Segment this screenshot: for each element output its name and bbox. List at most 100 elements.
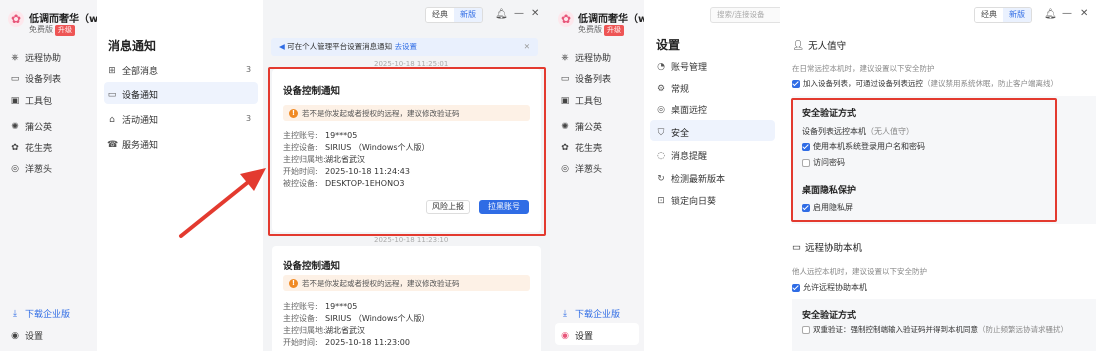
nav-pgy[interactable]: ✺ 蒲公英 (10, 120, 52, 134)
close-icon[interactable]: ✕ (1080, 8, 1088, 19)
minimize-icon[interactable]: — (1062, 8, 1072, 19)
peanut-icon: ✿ (11, 142, 19, 153)
remote-assist-heading: ▭ 远程协助本机 (792, 241, 862, 255)
nav-remote-assist[interactable]: ⎈ 远程协助 (10, 51, 61, 65)
account-icon: ◔ (657, 61, 665, 72)
menu-activity-notice[interactable]: ⌂ 活动通知 (107, 113, 158, 127)
monitor-icon: ▭ (792, 241, 801, 253)
nav-device-list[interactable]: ▭ 设备列表 (10, 72, 61, 86)
nav-yct[interactable]: ◎ 洋葱头 (560, 162, 602, 176)
notice-banner: ◀ 可在个人管理平台设置消息通知 去设置 ✕ (271, 38, 538, 56)
count-all: 3 (246, 65, 252, 74)
menu-security[interactable]: ⛉ 安全 (656, 126, 689, 140)
settings-icon: ◉ (11, 330, 19, 341)
checkbox-checked-icon[interactable] (792, 80, 800, 88)
close-icon[interactable]: ✕ (531, 8, 539, 19)
card2-row: 主控账号: 19***05 (283, 302, 358, 311)
download-enterprise[interactable]: ⤓ 下载企业版 (560, 307, 620, 321)
remote-auth-title: 安全验证方式 (802, 311, 857, 321)
classic-view-tab[interactable]: 经典 (975, 8, 1003, 22)
view-switch[interactable]: 经典 新版 (974, 7, 1032, 23)
card2-warning: ! 若不是你发起或者授权的远程，建议修改验证码 (283, 275, 530, 291)
new-view-tab[interactable]: 新版 (454, 8, 482, 22)
classic-view-tab[interactable]: 经典 (426, 8, 454, 22)
menu-message-reminder[interactable]: ◌ 消息提醒 (656, 149, 707, 163)
checkbox-checked-icon[interactable] (792, 283, 800, 292)
menu-desktop-remote[interactable]: ◎ 桌面远控 (656, 103, 707, 117)
warning-icon: ! (289, 278, 298, 288)
nav-toolkit[interactable]: ▣ 工具包 (10, 94, 52, 108)
count-activity: 3 (246, 114, 252, 123)
menu-check-update[interactable]: ↻ 检测最新版本 (656, 172, 725, 186)
nav-toolkit[interactable]: ▣ 工具包 (560, 94, 602, 108)
nav-yct[interactable]: ◎ 洋葱头 (10, 162, 52, 176)
nav-pgy[interactable]: ✺ 蒲公英 (560, 120, 602, 134)
dandelion-icon: ✺ (561, 121, 569, 132)
monitor-icon: ▭ (10, 73, 20, 84)
toolbox-icon: ▣ (10, 95, 20, 106)
download-enterprise[interactable]: ⤓ 下载企业版 (10, 307, 70, 321)
nav-device-list[interactable]: ▭ 设备列表 (560, 72, 611, 86)
bell-icon[interactable]: 🔔︎ (1044, 9, 1057, 20)
highlight-box-notice (268, 67, 546, 236)
lock-icon: ⊡ (657, 195, 665, 206)
menu-device-notice[interactable]: ▭ 设备通知 (107, 88, 158, 102)
menu-account[interactable]: ◔ 账号管理 (656, 60, 707, 74)
highlight-box-security (791, 98, 1057, 222)
desktop-icon: ◎ (657, 104, 665, 115)
account-name[interactable]: 低调而奢华（w... (578, 10, 644, 25)
add-device-list-option[interactable]: 加入设备列表，可通过设备列表远控（建议禁用系统休眠，防止客户端离线） (792, 78, 1058, 89)
dual-verify-option[interactable]: 双重验证：强制控制端输入验证码并得到本机同意（防止频繁远协请求骚扰） (802, 324, 1068, 335)
nav-settings-active[interactable]: ◉ 设置 (560, 329, 593, 343)
nav-remote-assist[interactable]: ⎈ 远程协助 (560, 51, 611, 65)
right-sidebar: ✿ 低调而奢华（w... 免费版升级 ⎈远程协助 ▭设备列表 ▣工具包 ✺蒲公英… (550, 0, 644, 351)
settings-title: 设置 (656, 38, 681, 52)
menu-lock[interactable]: ⊡ 锁定向日葵 (656, 194, 716, 208)
card2-row: 开始时间: 2025-10-18 11:23:00 (283, 338, 410, 347)
left-sidebar: ✿ 低调而奢华（w... 免费版升级 ⎈远程协助 ▭设备列表 ▣工具包 ✺蒲公英… (0, 0, 97, 351)
upgrade-badge[interactable]: 升级 (604, 25, 624, 36)
shield-icon: ⛉ (657, 127, 665, 138)
new-view-tab[interactable]: 新版 (1003, 8, 1031, 22)
card2-row: 主控归属地:湖北省武汉 (283, 326, 365, 335)
peanut-icon: ✿ (561, 142, 569, 153)
service-icon: ☎ (107, 139, 119, 150)
download-icon: ⤓ (13, 308, 17, 319)
banner-link[interactable]: 去设置 (395, 42, 418, 51)
bell-icon[interactable]: 🔔︎ (495, 9, 508, 20)
update-icon: ↻ (657, 173, 665, 184)
card2-row: 主控设备: SIRIUS （Windows个人版） (283, 314, 430, 323)
onion-icon: ◎ (561, 163, 569, 174)
nav-settings[interactable]: ◉ 设置 (10, 329, 43, 343)
onion-icon: ◎ (11, 163, 19, 174)
edition-label: 免费版 升级 (578, 24, 624, 36)
checkbox-empty-icon[interactable] (802, 326, 810, 334)
banner-close-icon[interactable]: ✕ (524, 38, 530, 56)
search-input[interactable]: 搜索/连接设备 (710, 7, 780, 23)
account-name[interactable]: 低调而奢华（w... (29, 10, 97, 25)
card2-title: 设备控制通知 (283, 261, 341, 272)
upgrade-badge[interactable]: 升级 (55, 25, 75, 36)
banner-text: 可在个人管理平台设置消息通知 (287, 42, 393, 51)
nav-hsk[interactable]: ✿ 花生壳 (10, 141, 52, 155)
gear-icon: ⚙ (656, 83, 666, 94)
right-settings-menu: 搜索/连接设备 设置 ◔ 账号管理 ⚙ 常规 ◎ 桌面远控 ⛉ 安全 ◌ 消息提醒 ↻ 检测… (644, 0, 780, 351)
app-logo-icon: ✿ (558, 11, 574, 27)
settings-icon: ◉ (561, 330, 569, 341)
left-notice-menu: 消息通知 ⊞ 全部消息 3 ▭ 设备通知 ⌂ 活动通知 3 ☎ 服务通知 (97, 0, 263, 351)
nav-hsk[interactable]: ✿ 花生壳 (560, 141, 602, 155)
allow-remote-assist-option[interactable]: 允许远程协助本机 (792, 282, 867, 293)
minimize-icon[interactable]: — (514, 8, 524, 19)
app-logo-icon: ✿ (8, 11, 24, 27)
unattended-desc: 在日常远控本机时，建议设置以下安全防护 (792, 64, 935, 73)
menu-all-messages[interactable]: ⊞ 全部消息 (107, 64, 158, 78)
remote-icon: ⎈ (11, 52, 19, 63)
menu-service-notice[interactable]: ☎ 服务通知 (107, 138, 158, 152)
edition-label: 免费版 升级 (29, 24, 75, 36)
menu-general[interactable]: ⚙ 常规 (656, 82, 689, 96)
grid-icon: ⊞ (108, 65, 116, 76)
dandelion-icon: ✺ (11, 121, 19, 132)
remote-assist-desc: 他人远控本机时，建议设置以下安全防护 (792, 267, 927, 276)
device-icon: ▭ (107, 89, 117, 100)
view-switch[interactable]: 经典 新版 (425, 7, 483, 23)
